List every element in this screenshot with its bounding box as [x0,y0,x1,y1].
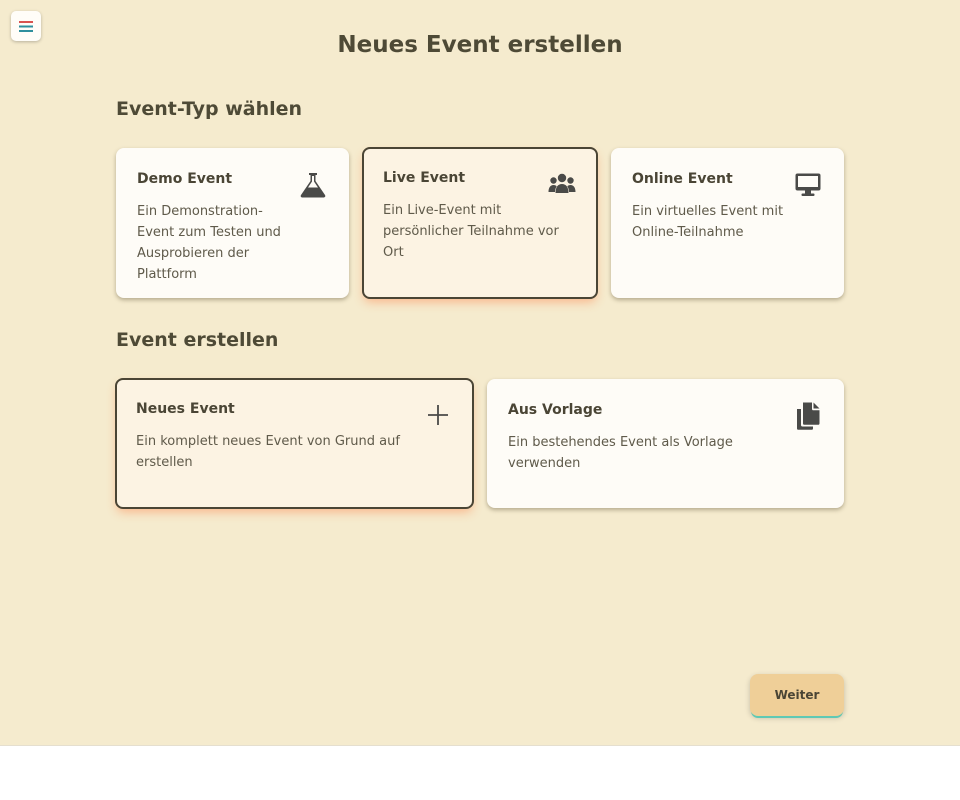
event-type-online-card[interactable]: Online Event Ein virtuelles Event mit On… [611,148,844,298]
flask-icon [298,170,328,200]
app-container: Neues Event erstellen Event-Typ wählen D… [0,0,960,746]
card-description: Ein Demonstration-Event zum Testen und A… [137,204,281,282]
monitor-icon [793,170,823,200]
card-description: Ein bestehendes Event als Vorlage verwen… [508,435,733,471]
next-button[interactable]: Weiter [750,674,844,716]
create-from-template-card[interactable]: Aus Vorlage Ein bestehendes Event als Vo… [487,379,844,508]
copy-icon [793,401,823,431]
card-title: Aus Vorlage [508,402,603,418]
card-description: Ein komplett neues Event von Grund auf e… [136,434,400,470]
event-type-heading: Event-Typ wählen [116,98,303,120]
card-description: Ein virtuelles Event mit Online-Teilnahm… [632,204,784,240]
event-type-live-card[interactable]: Live Event Ein Live-Event mit persönlich… [362,147,598,299]
page-title: Neues Event erstellen [337,32,623,58]
card-title: Neues Event [136,401,235,417]
create-heading: Event erstellen [116,329,279,351]
plus-icon [423,400,453,430]
hamburger-menu-icon [19,20,33,32]
create-new-card[interactable]: Neues Event Ein komplett neues Event von… [115,378,474,509]
event-type-demo-card[interactable]: Demo Event Ein Demonstration-Event zum T… [116,148,349,298]
users-icon [547,169,577,199]
card-description: Ein Live-Event mit persönlicher Teilnahm… [383,203,559,260]
